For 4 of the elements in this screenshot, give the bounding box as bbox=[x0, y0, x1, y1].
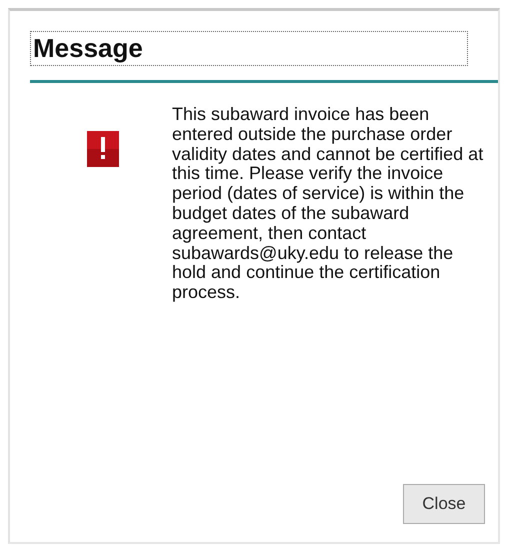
error-icon bbox=[87, 131, 119, 167]
dialog-title: Message bbox=[30, 31, 468, 66]
message-text: This subaward invoice has been entered outside the purchase order validity dates and cannot be certified at this time. Please verify the invoice period (dates of service) is within the budget dates of the subaward agreement, then contact subawards@uky.edu to release the hold and continue the certification process. bbox=[172, 105, 484, 303]
close-button[interactable]: Close bbox=[403, 484, 485, 524]
